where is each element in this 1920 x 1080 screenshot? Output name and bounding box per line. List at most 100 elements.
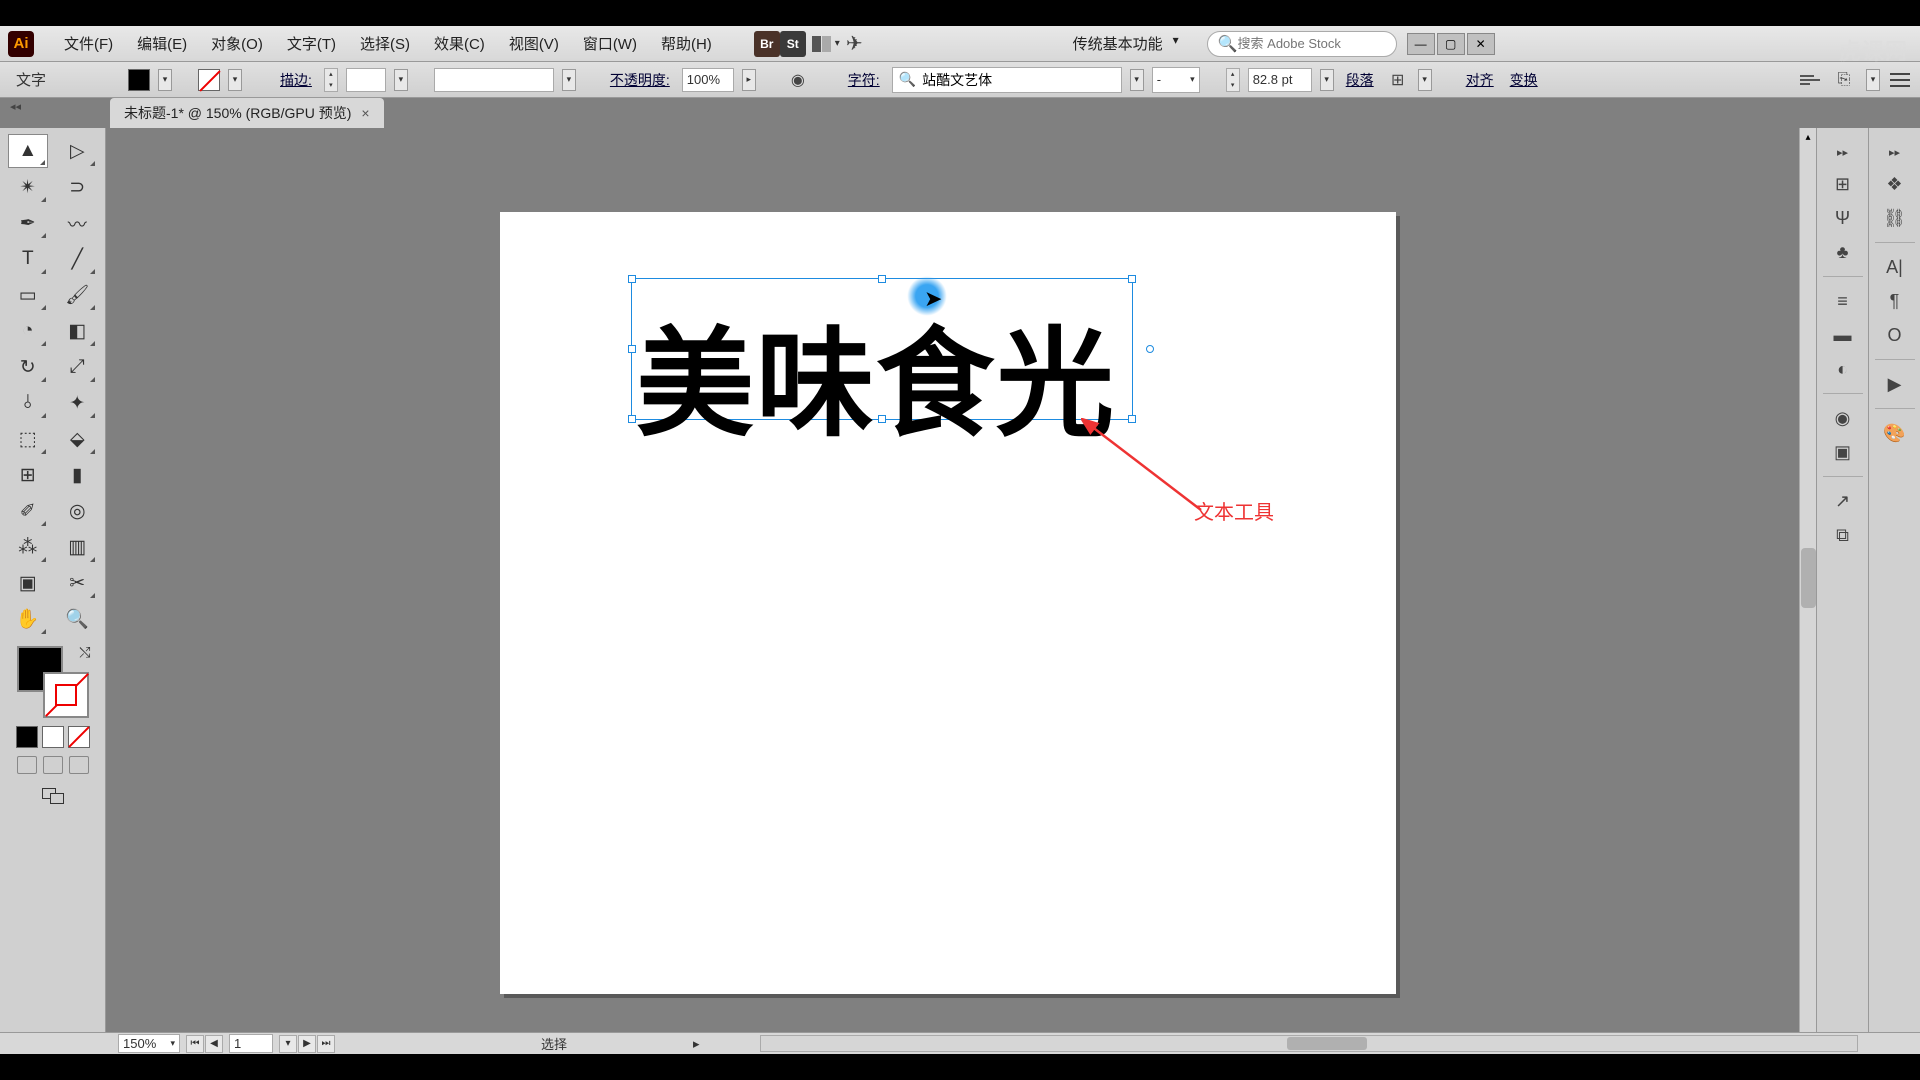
font-family-dropdown[interactable]: ▾ [1130, 69, 1144, 91]
layers-panel-icon[interactable]: ❖ [1882, 171, 1908, 197]
stroke-weight-stepper[interactable]: ▴▾ [324, 68, 338, 92]
next-artboard-button[interactable]: ▶ [298, 1035, 316, 1053]
scroll-up-icon[interactable]: ▴ [1800, 128, 1816, 146]
perspective-tool[interactable]: ⬙ [57, 422, 97, 456]
handle-middle-right[interactable] [1146, 345, 1154, 353]
window-minimize-button[interactable]: — [1407, 33, 1435, 55]
symbols-panel-icon[interactable]: ♣ [1830, 239, 1856, 265]
type-tool[interactable]: T [8, 242, 48, 276]
zoom-level-dropdown[interactable]: 150%▾ [118, 1034, 180, 1053]
draw-behind[interactable] [43, 756, 63, 774]
stroke-color-swatch[interactable] [198, 69, 220, 91]
artboard-dropdown[interactable]: ▾ [279, 1035, 297, 1053]
draw-inside[interactable] [69, 756, 89, 774]
actions-panel-icon[interactable]: ▶ [1882, 371, 1908, 397]
opacity-label[interactable]: 不透明度: [606, 70, 674, 90]
panel-collapse-icon[interactable]: ▸▸ [1837, 146, 1848, 159]
menu-file[interactable]: 文件(F) [52, 29, 125, 58]
scale-tool[interactable]: ⤢ [57, 350, 97, 384]
artboard-number-field[interactable]: 1 [229, 1034, 273, 1053]
menu-window[interactable]: 窗口(W) [571, 29, 649, 58]
graphic-styles-panel-icon[interactable]: ▣ [1830, 439, 1856, 465]
handle-top-middle[interactable] [878, 275, 886, 283]
color-mode-solid[interactable] [16, 726, 38, 748]
menu-select[interactable]: 选择(S) [348, 29, 422, 58]
direct-selection-tool[interactable]: ▷ [57, 134, 97, 168]
font-family-input[interactable] [922, 72, 1102, 88]
opacity-field[interactable]: 100% [682, 68, 734, 92]
handle-middle-left[interactable] [628, 345, 636, 353]
rotate-tool[interactable]: ↻ [8, 350, 48, 384]
links-panel-icon[interactable]: ⛓ [1882, 205, 1908, 231]
color-mode-gradient[interactable] [42, 726, 64, 748]
fill-dropdown[interactable]: ▾ [158, 69, 172, 91]
handle-top-left[interactable] [628, 275, 636, 283]
vertical-scrollbar[interactable]: ▴ [1799, 128, 1816, 1032]
scroll-thumb[interactable] [1801, 548, 1816, 608]
font-size-dropdown[interactable]: ▾ [1320, 69, 1334, 91]
stroke-weight-field[interactable] [346, 68, 386, 92]
draw-normal[interactable] [17, 756, 37, 774]
stock-search-input[interactable] [1238, 36, 1378, 51]
shape-builder-tool[interactable]: ⬚ [8, 422, 48, 456]
color-panel-icon[interactable]: 🎨 [1882, 420, 1908, 446]
paragraph-panel-icon-right[interactable]: ¶ [1882, 288, 1908, 314]
workspace-dropdown[interactable]: 传统基本功能 [1063, 29, 1183, 58]
paintbrush-tool[interactable]: 🖌 [57, 278, 97, 312]
menu-view[interactable]: 视图(V) [497, 29, 571, 58]
asset-export-panel-icon[interactable]: ↗ [1830, 488, 1856, 514]
font-style-dropdown[interactable]: -▾ [1152, 67, 1200, 93]
gpu-performance-icon[interactable]: ✈ [846, 31, 863, 56]
horizontal-scrollbar[interactable] [760, 1035, 1858, 1052]
eyedropper-tool[interactable]: ✐ [8, 494, 48, 528]
last-artboard-button[interactable]: ⏭ [317, 1035, 335, 1053]
line-tool[interactable]: ╱ [57, 242, 97, 276]
symbol-sprayer-tool[interactable]: ⁂ [8, 530, 48, 564]
handle-bottom-left[interactable] [628, 415, 636, 423]
properties-panel-icon[interactable]: ⊞ [1830, 171, 1856, 197]
appearance-panel-icon[interactable]: ◉ [1830, 405, 1856, 431]
character-panel-icon[interactable]: A| [1882, 254, 1908, 280]
status-dropdown-icon[interactable]: ▸ [693, 1036, 700, 1052]
window-close-button[interactable]: ✕ [1467, 33, 1495, 55]
color-mode-none[interactable] [68, 726, 90, 748]
stroke-panel-icon[interactable]: ≡ [1830, 288, 1856, 314]
free-transform-tool[interactable]: ✦ [57, 386, 97, 420]
fill-color-swatch[interactable] [128, 69, 150, 91]
magic-wand-tool[interactable]: ✴ [8, 170, 48, 204]
transparency-panel-icon[interactable]: ◐ [1830, 356, 1856, 382]
swap-fill-stroke-icon[interactable]: ⤭ [79, 644, 90, 661]
bridge-icon[interactable]: Br [754, 31, 780, 57]
stroke-dropdown[interactable]: ▾ [228, 69, 242, 91]
rectangle-tool[interactable]: ▭ [8, 278, 48, 312]
control-menu-icon[interactable] [1890, 73, 1910, 87]
stroke-weight-dropdown[interactable]: ▾ [394, 69, 408, 91]
fill-stroke-control[interactable]: ⤭ [17, 646, 89, 718]
gradient-panel-icon[interactable]: ▬ [1830, 322, 1856, 348]
artboard-tool[interactable]: ▣ [8, 566, 48, 600]
eraser-tool[interactable]: ◧ [57, 314, 97, 348]
artboards-panel-icon[interactable]: ⧉ [1830, 522, 1856, 548]
character-label[interactable]: 字符: [844, 70, 884, 90]
document-tab[interactable]: 未标题-1* @ 150% (RGB/GPU 预览) × [110, 98, 384, 128]
hscroll-thumb[interactable] [1287, 1037, 1367, 1050]
column-graph-tool[interactable]: ▥ [57, 530, 97, 564]
recolor-icon[interactable]: ◉ [786, 68, 810, 92]
arrange-documents-button[interactable]: ▾ [806, 34, 846, 54]
width-tool[interactable]: ⫰ [8, 386, 48, 420]
paragraph-label[interactable]: 段落 [1342, 70, 1378, 90]
blend-tool[interactable]: ◎ [57, 494, 97, 528]
brush-dropdown[interactable]: ▾ [562, 69, 576, 91]
font-size-field[interactable]: 82.8 pt [1248, 68, 1312, 92]
menu-help[interactable]: 帮助(H) [649, 29, 724, 58]
lasso-tool[interactable]: ⊃ [57, 170, 97, 204]
stroke-label[interactable]: 描边: [276, 70, 316, 90]
shaper-tool[interactable]: ◔ [8, 314, 48, 348]
selection-tool[interactable]: ▲ [8, 134, 48, 168]
stock-icon[interactable]: St [780, 31, 806, 57]
toolbox-collapse-icon[interactable]: ◂◂ [10, 100, 21, 113]
align-panel-icon[interactable] [1800, 70, 1822, 90]
panel-collapse-icon-2[interactable]: ▸▸ [1889, 146, 1900, 159]
brush-definition-field[interactable] [434, 68, 554, 92]
opacity-dropdown[interactable]: ▸ [742, 69, 756, 91]
